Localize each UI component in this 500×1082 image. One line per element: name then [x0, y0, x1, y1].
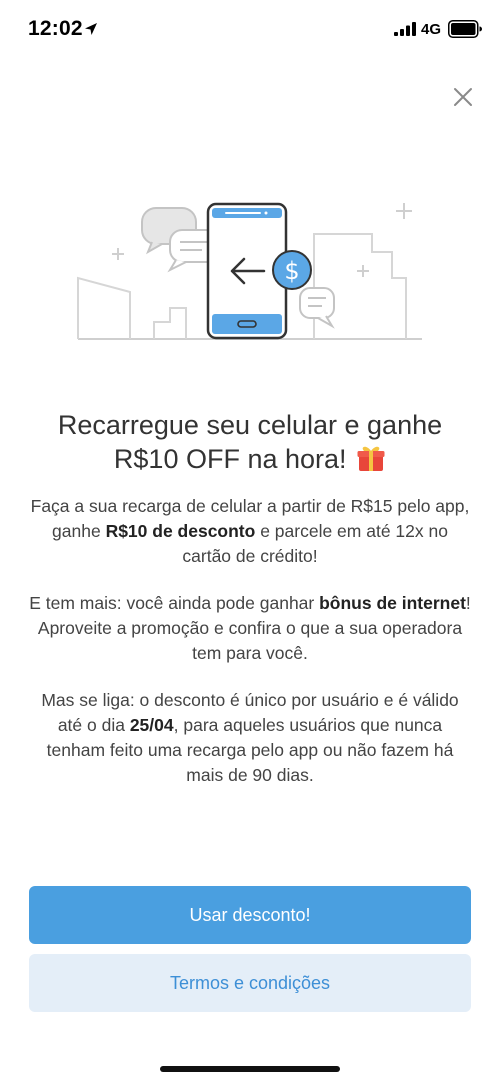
promo-headline: Recarregue seu celular e ganhe R$10 OFF … — [30, 408, 470, 476]
close-icon — [454, 88, 472, 106]
svg-text:$: $ — [284, 257, 299, 285]
location-arrow-icon — [85, 23, 97, 35]
description-paragraph-2: E tem mais: você ainda pode ganhar bônus… — [28, 591, 472, 666]
headline-line-2: R$10 OFF na hora! — [113, 444, 347, 474]
description-paragraph-3: Mas se liga: o desconto é único por usuá… — [28, 688, 472, 788]
close-button[interactable] — [446, 80, 480, 114]
status-time: 12:02 — [28, 17, 83, 40]
p3-text-bold: 25/04 — [129, 715, 174, 735]
home-indicator[interactable] — [160, 1066, 340, 1072]
headline-line-1: Recarregue seu celular e ganhe — [57, 410, 443, 440]
status-bar: 12:02 4G — [0, 0, 500, 58]
p1-text-bold: R$10 de desconto — [105, 521, 256, 541]
network-type-label: 4G — [421, 21, 442, 38]
p2-text-before: E tem mais: você ainda pode ganhar — [29, 593, 320, 613]
terms-conditions-button[interactable]: Termos e condições — [29, 954, 471, 1012]
use-discount-button[interactable]: Usar desconto! — [29, 886, 471, 944]
cellular-signal-icon — [394, 22, 416, 36]
promo-modal-screen: 12:02 4G $ Recarregue seu celular e ganh… — [0, 0, 500, 1082]
gift-icon — [357, 446, 385, 471]
description-paragraph-1: Faça a sua recarga de celular a partir d… — [28, 494, 472, 569]
phone-recharge-illustration: $ — [77, 202, 422, 340]
p2-text-bold: bônus de internet — [319, 593, 466, 613]
battery-icon — [448, 20, 482, 38]
